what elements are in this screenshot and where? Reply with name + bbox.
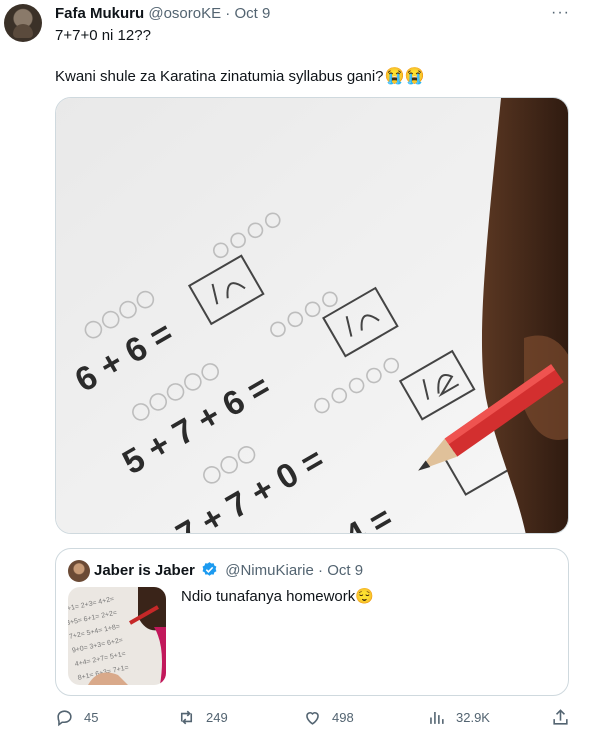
tweet: Fafa Mukuru @osoroKE · Oct 9 ··· 7+7+0 n… [0,0,592,751]
share-button[interactable] [551,708,580,727]
quote-header: Jaber is Jaber @NimuKiarie · Oct 9 [94,561,363,581]
tweet-image[interactable]: 6 + 6 = 5 + 7 + 6 = 7 + 7 + 0 = 9 + 1 + … [55,97,569,534]
share-icon [553,709,568,725]
tweet-text-line1: 7+7+0 ni 12?? [55,27,151,44]
views-button[interactable]: 32.9K [427,708,490,727]
quote-image[interactable]: 1+1= 2+3= 4+2= 3+5= 6+1= 2+2= 7+2= 5+4= … [68,587,166,685]
quote-text-body: Ndio tunafanya homework [181,588,356,605]
avatar[interactable] [4,4,42,42]
retweet-count: 249 [206,710,228,725]
reply-button[interactable]: 45 [55,708,98,727]
worksheet-photo: 6 + 6 = 5 + 7 + 6 = 7 + 7 + 0 = 9 + 1 + … [56,98,568,533]
tweet-date[interactable]: Oct 9 [234,5,270,22]
tweet-text-line2: Kwani shule za Karatina zinatumia syllab… [55,67,424,87]
like-icon [306,712,319,725]
quote-author-handle[interactable]: @NimuKiarie [225,562,314,579]
author-handle[interactable]: @osoroKE [148,5,221,22]
verified-icon [202,562,217,576]
author-name[interactable]: Fafa Mukuru [55,5,144,22]
retweet-button[interactable]: 249 [177,708,228,727]
tweet-header: Fafa Mukuru @osoroKE · Oct 9 [55,4,270,24]
crying-emoji: 😭😭 [384,68,425,85]
separator: · [225,5,231,22]
views-icon [430,711,444,724]
relieved-emoji: 😌 [355,588,374,605]
reply-icon [57,710,72,727]
action-bar: 45 249 498 32.9K [55,708,575,732]
like-button[interactable]: 498 [303,708,354,727]
quote-text: Ndio tunafanya homework😌 [181,587,374,607]
retweet-icon [180,710,193,725]
like-count: 498 [332,710,354,725]
quote-author-name[interactable]: Jaber is Jaber [94,562,195,579]
more-icon[interactable]: ··· [551,4,570,22]
tweet-text: Kwani shule za Karatina zinatumia syllab… [55,68,384,85]
views-count: 32.9K [456,710,490,725]
reply-count: 45 [84,710,99,725]
quote-avatar[interactable] [68,560,90,582]
quote-date[interactable]: Oct 9 [327,562,363,579]
separator: · [318,562,324,579]
homework-thumbnail: 1+1= 2+3= 4+2= 3+5= 6+1= 2+2= 7+2= 5+4= … [68,587,166,685]
quoted-tweet[interactable]: Jaber is Jaber @NimuKiarie · Oct 9 1+1= … [55,548,569,696]
